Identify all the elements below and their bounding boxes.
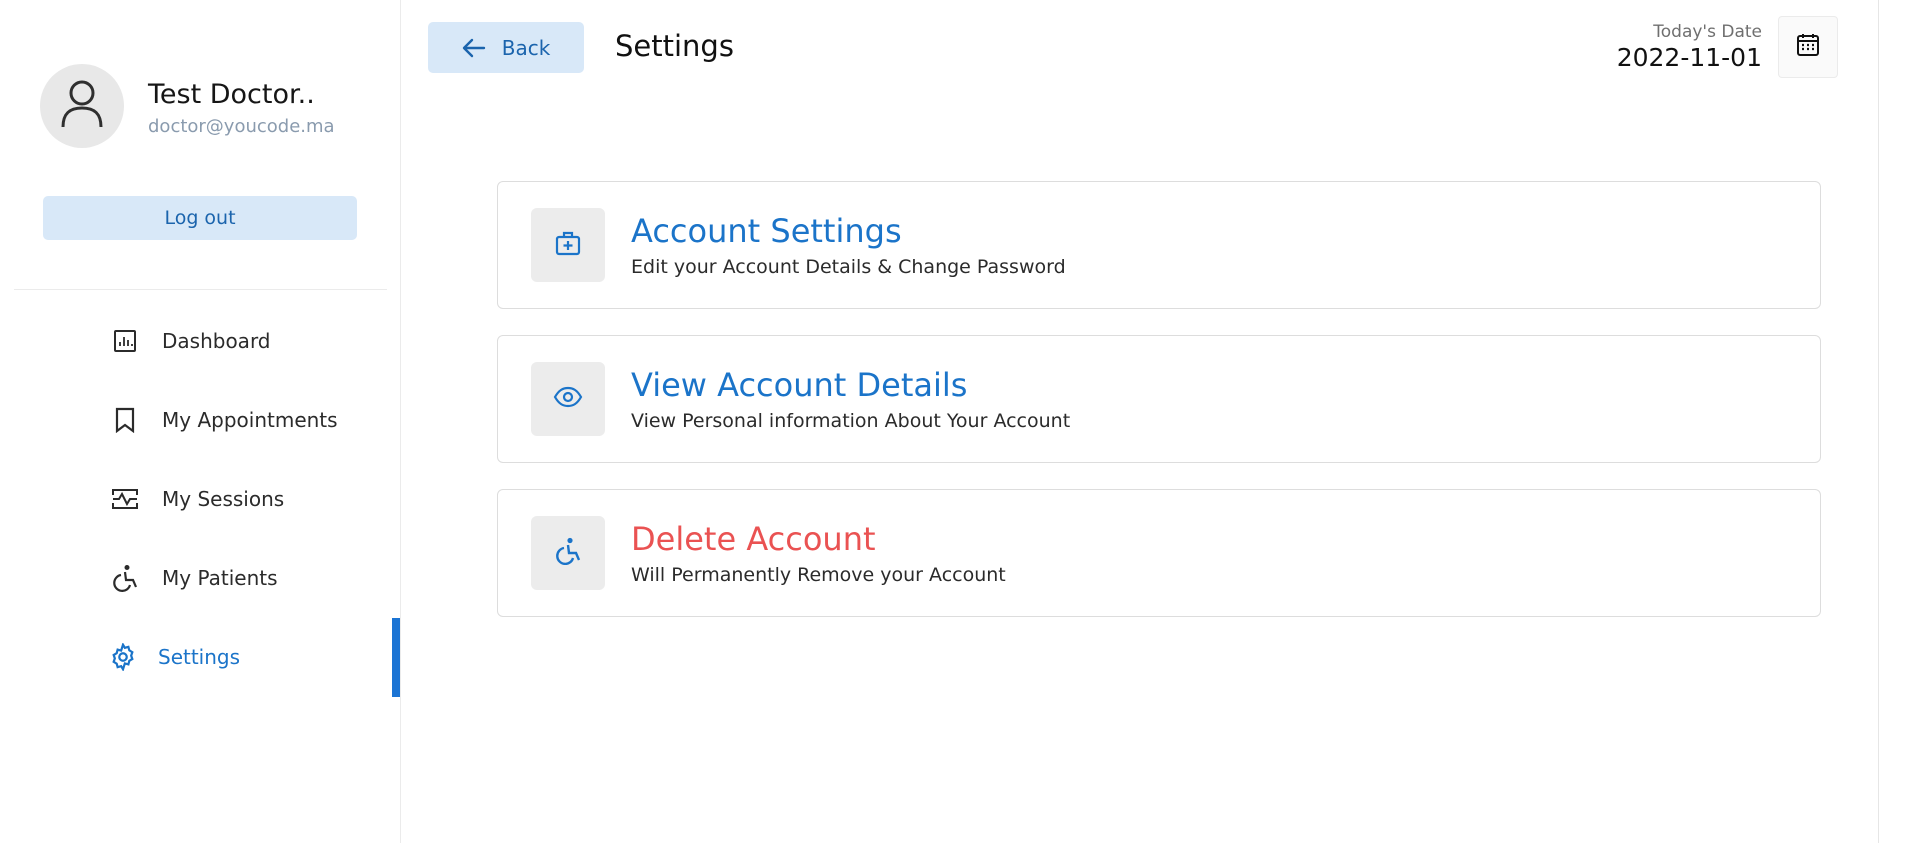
calendar-icon: [1795, 32, 1821, 62]
card-title: Delete Account: [631, 520, 876, 558]
sidebar-item-dashboard[interactable]: Dashboard: [110, 321, 271, 361]
calendar-button[interactable]: [1778, 16, 1838, 78]
sidebar-item-label: Dashboard: [162, 329, 271, 353]
bookmark-icon: [110, 405, 140, 435]
user-icon: [60, 79, 104, 133]
date-label: Today's Date: [1653, 22, 1762, 42]
sidebar-divider: [14, 289, 387, 290]
profile-section: Test Doctor.. doctor@youcode.ma: [40, 64, 390, 150]
card-title: Account Settings: [631, 212, 902, 250]
accessible-icon: [555, 537, 581, 569]
sidebar-item-settings[interactable]: Settings: [108, 637, 240, 677]
card-description: Will Permanently Remove your Account: [631, 564, 1006, 586]
scrollbar-edge: [1878, 0, 1879, 843]
eye-icon: [553, 386, 583, 412]
back-button[interactable]: Back: [428, 22, 584, 73]
active-indicator: [392, 618, 400, 697]
logout-button[interactable]: Log out: [43, 196, 357, 240]
sidebar: Test Doctor.. doctor@youcode.ma Log out …: [0, 0, 401, 843]
gear-icon: [108, 642, 138, 672]
card-icon-box: [531, 362, 605, 436]
sidebar-item-my-appointments[interactable]: My Appointments: [110, 400, 338, 440]
patient-icon: [110, 563, 140, 593]
card-description: Edit your Account Details & Change Passw…: [631, 256, 1066, 278]
card-title: View Account Details: [631, 366, 968, 404]
delete-account-card[interactable]: Delete Account Will Permanently Remove y…: [497, 489, 1821, 617]
view-account-details-card[interactable]: View Account Details View Personal infor…: [497, 335, 1821, 463]
profile-name: Test Doctor..: [148, 79, 315, 110]
dashboard-icon: [110, 326, 140, 356]
arrow-left-icon: [462, 38, 486, 58]
account-settings-card[interactable]: Account Settings Edit your Account Detai…: [497, 181, 1821, 309]
back-label: Back: [501, 35, 551, 60]
sidebar-item-label: My Appointments: [162, 408, 338, 432]
card-description: View Personal information About Your Acc…: [631, 410, 1071, 432]
sidebar-item-label: My Patients: [162, 566, 278, 590]
card-icon-box: [531, 208, 605, 282]
sidebar-item-my-sessions[interactable]: My Sessions: [110, 479, 284, 519]
sidebar-item-label: My Sessions: [162, 487, 285, 511]
medical-briefcase-icon: [554, 229, 582, 261]
date-value: 2022-11-01: [1616, 43, 1762, 72]
profile-email: doctor@youcode.ma: [148, 116, 335, 137]
page-title: Settings: [615, 29, 734, 63]
session-icon: [110, 484, 140, 514]
avatar: [40, 64, 124, 148]
sidebar-item-my-patients[interactable]: My Patients: [110, 558, 278, 598]
card-icon-box: [531, 516, 605, 590]
sidebar-item-label: Settings: [158, 645, 241, 669]
